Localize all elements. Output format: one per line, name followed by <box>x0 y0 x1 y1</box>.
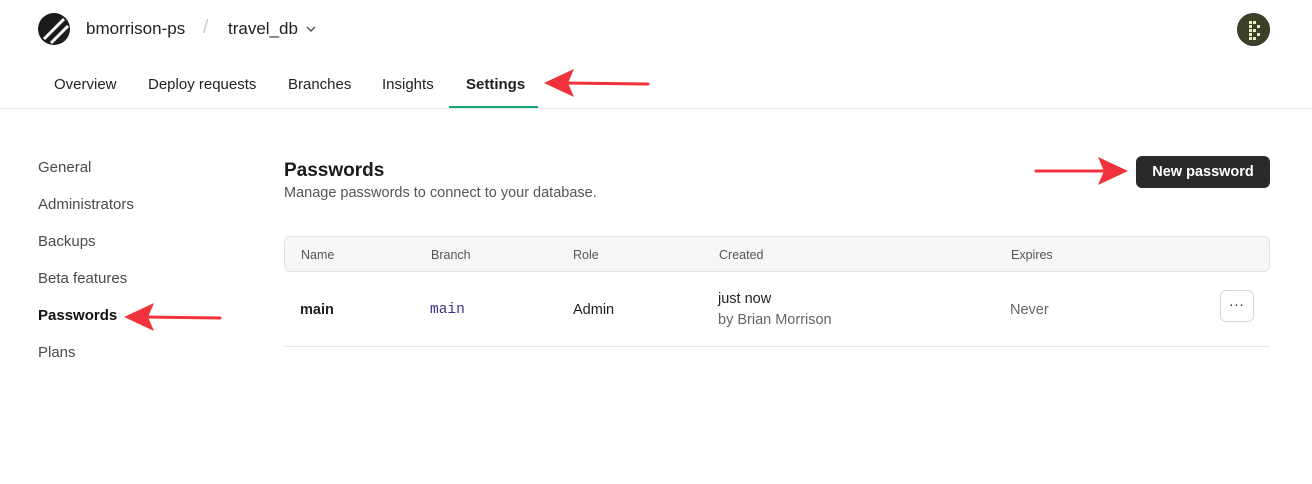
org-name[interactable]: bmorrison-ps <box>86 19 185 39</box>
annotation-arrow-new-password <box>1034 157 1128 185</box>
sidebar-item-administrators[interactable]: Administrators <box>38 196 134 213</box>
sidebar-item-plans[interactable]: Plans <box>38 344 76 361</box>
planetscale-logo-icon[interactable] <box>38 13 70 45</box>
sidebar-item-beta-features[interactable]: Beta features <box>38 270 127 287</box>
created-time: just now <box>718 291 772 307</box>
password-expires: Never <box>1010 302 1049 318</box>
created-by: by Brian Morrison <box>718 312 832 328</box>
column-header-name: Name <box>301 248 335 262</box>
table-row: main main Admin just now by Brian Morris… <box>284 272 1270 347</box>
column-header-created: Created <box>719 248 764 262</box>
tab-deploy-requests[interactable]: Deploy requests <box>148 76 256 93</box>
table-header: Name Branch Role Created Expires <box>284 236 1270 272</box>
database-tabs: Overview Deploy requests Branches Insigh… <box>0 60 1312 109</box>
branch-link[interactable]: main <box>430 302 465 318</box>
sidebar-item-passwords[interactable]: Passwords <box>38 307 117 324</box>
more-actions-button[interactable]: ··· <box>1220 290 1254 322</box>
database-name[interactable]: travel_db <box>228 19 298 39</box>
sidebar-item-backups[interactable]: Backups <box>38 233 96 250</box>
sidebar-item-general[interactable]: General <box>38 159 91 176</box>
tab-insights[interactable]: Insights <box>382 76 434 93</box>
page-subtitle: Manage passwords to connect to your data… <box>284 185 597 201</box>
annotation-arrow-settings <box>544 69 650 97</box>
column-header-role: Role <box>573 248 599 262</box>
active-tab-indicator <box>449 106 538 108</box>
page-title: Passwords <box>284 160 385 181</box>
chevron-down-icon[interactable] <box>305 24 317 34</box>
user-avatar-icon[interactable] <box>1237 13 1270 46</box>
annotation-arrow-passwords <box>124 303 222 331</box>
column-header-expires: Expires <box>1011 248 1053 262</box>
tab-branches[interactable]: Branches <box>288 76 351 93</box>
tab-overview[interactable]: Overview <box>54 76 117 93</box>
password-name: main <box>300 302 334 318</box>
new-password-button[interactable]: New password <box>1136 156 1270 188</box>
breadcrumb-separator: / <box>203 17 209 38</box>
tab-settings[interactable]: Settings <box>466 76 525 93</box>
password-role: Admin <box>573 302 615 318</box>
column-header-branch: Branch <box>431 248 471 262</box>
